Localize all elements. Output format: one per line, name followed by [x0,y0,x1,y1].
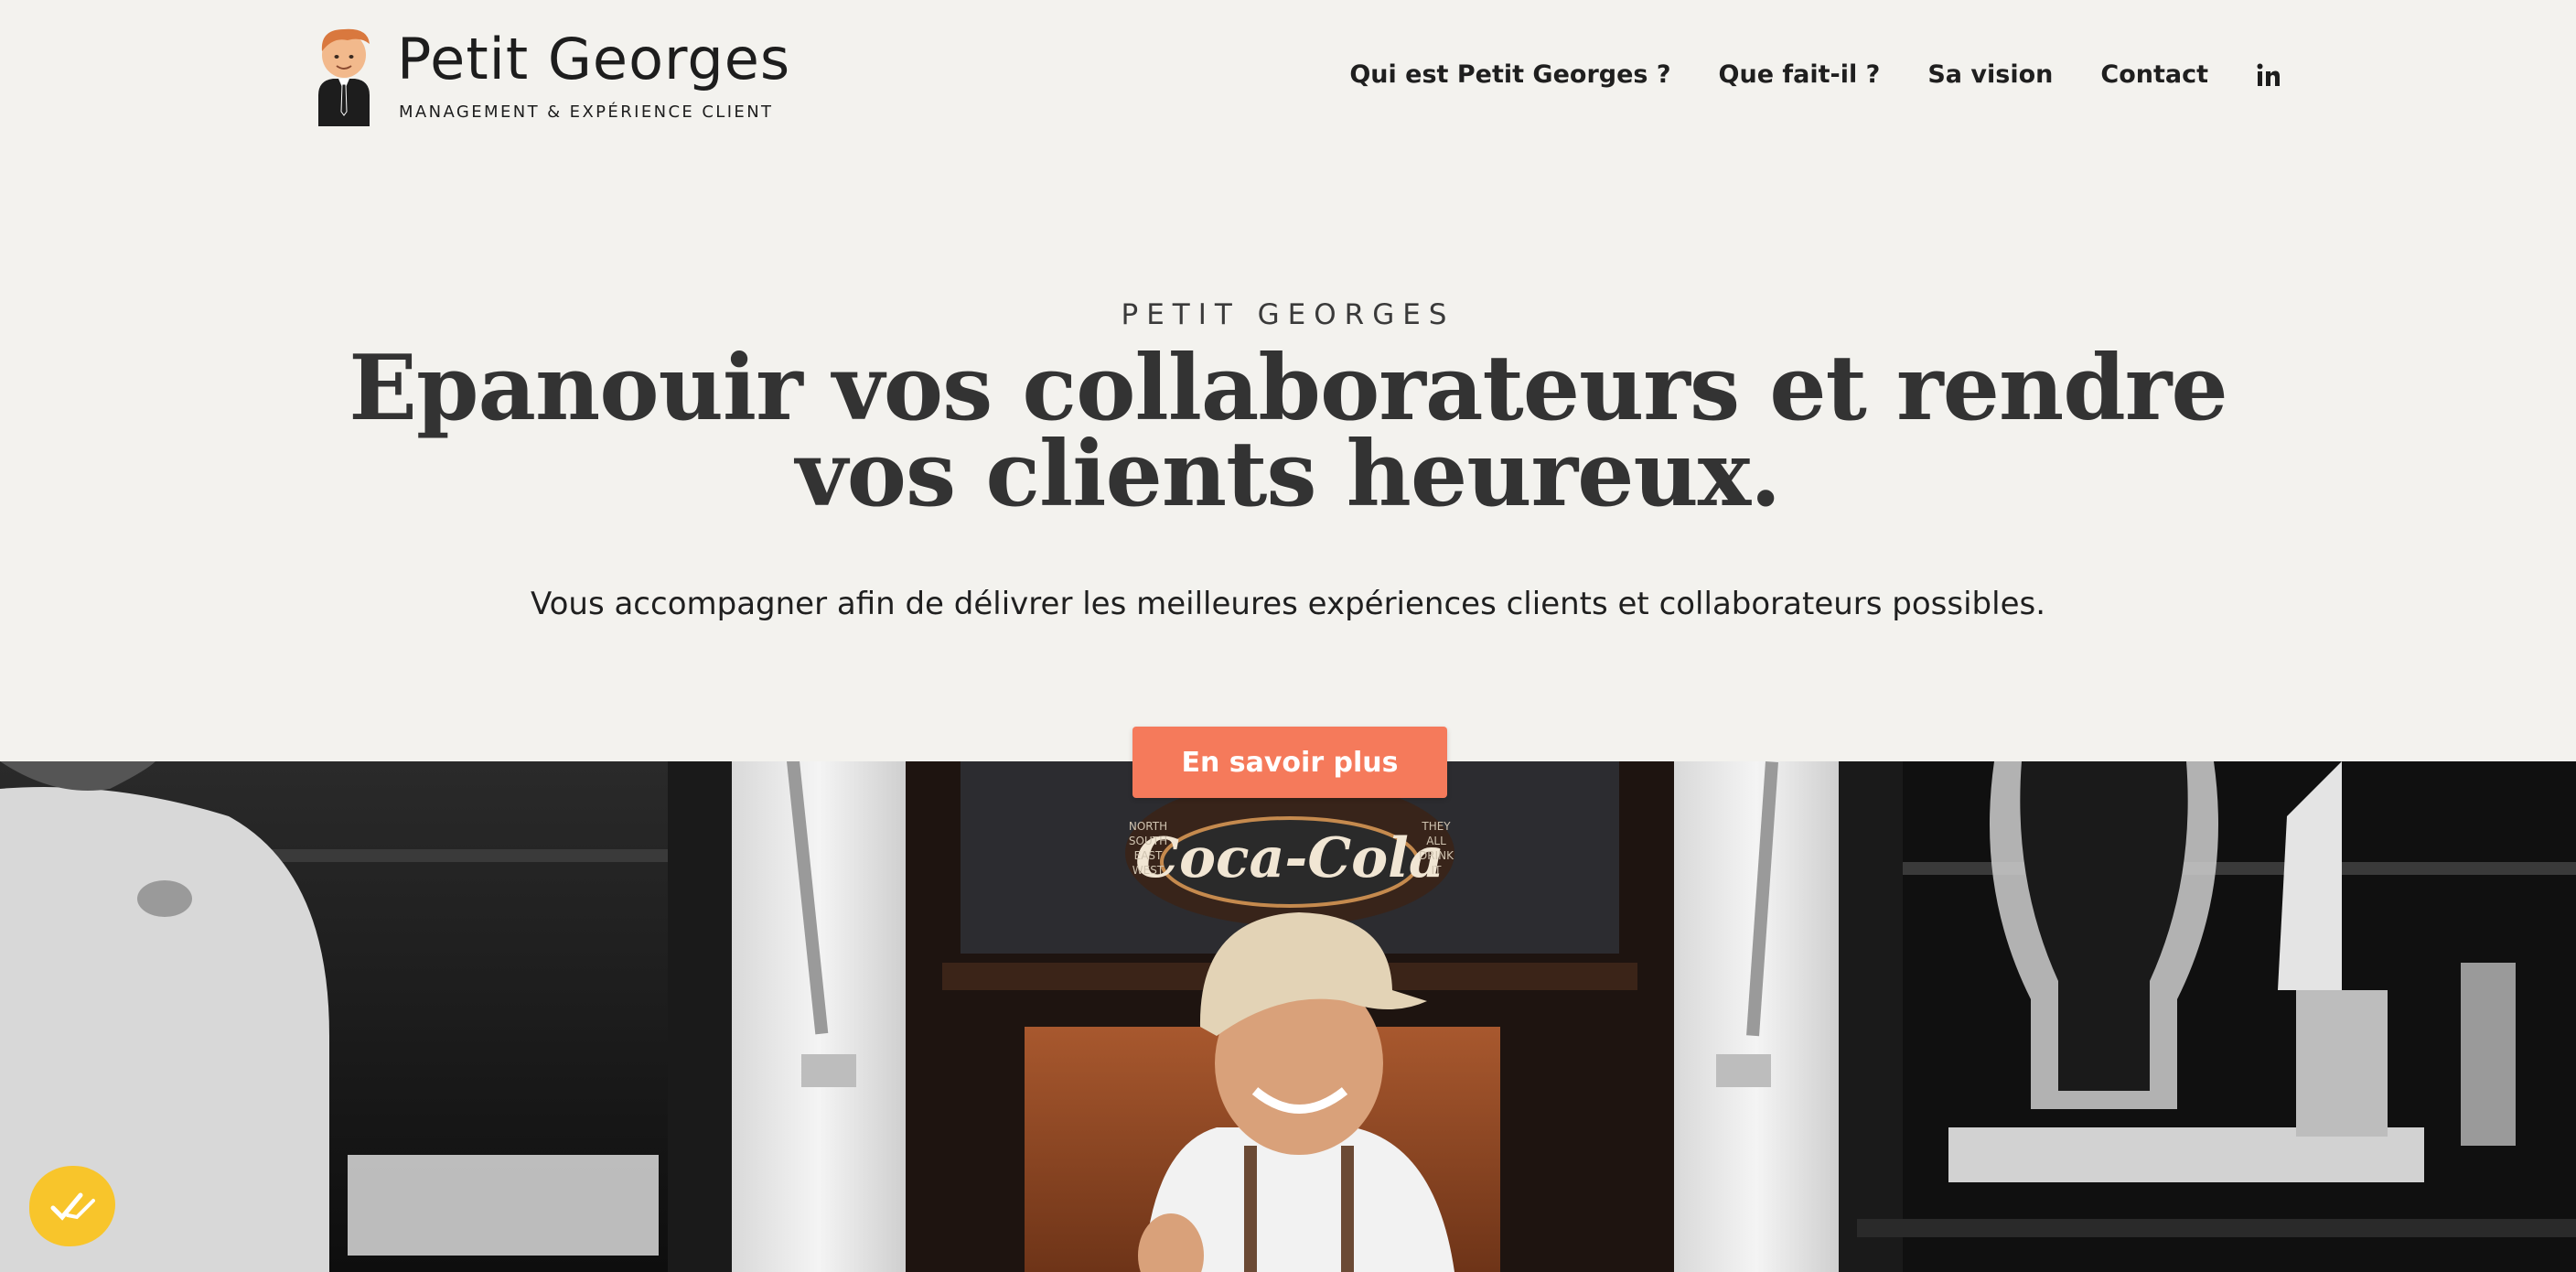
en-savoir-plus-button[interactable]: En savoir plus [1132,727,1447,798]
sign-left-3: EAST [1134,849,1163,862]
main-nav: Qui est Petit Georges ? Que fait-il ? Sa… [1302,60,2281,89]
nav-item-qui-est[interactable]: Qui est Petit Georges ? [1349,60,1670,89]
brand-name-last: Georges [547,26,791,92]
hero-photo: Coca-Cola NORTH SOUTH EAST WEST THEY ALL… [0,761,2576,1272]
sign-right-3: DRINK [1419,849,1454,862]
sign-left-2: SOUTH [1129,835,1167,847]
nav-item-contact[interactable]: Contact [2100,60,2208,89]
brand-tagline: MANAGEMENT & EXPÉRIENCE CLIENT [399,102,774,122]
hero-eyebrow: PETIT GEORGES [1121,298,1455,331]
brand-name: Petit Georges [397,31,790,88]
nav-item-que-fait-il[interactable]: Que fait-il ? [1719,60,1881,89]
site-header: Petit Georges MANAGEMENT & EXPÉRIENCE CL… [0,0,2576,156]
hero-photo-image: Coca-Cola NORTH SOUTH EAST WEST THEY ALL… [0,761,2576,1272]
linkedin-icon[interactable] [2256,62,2281,88]
sign-right-4: IT [1432,864,1443,877]
nav-item-sa-vision[interactable]: Sa vision [1927,60,2053,89]
sign-left-4: WEST [1132,864,1165,877]
sign-right-2: ALL [1426,835,1446,847]
double-check-icon [50,1192,95,1221]
brand-name-first: Petit [397,26,530,92]
sign-right-1: THEY [1421,820,1451,833]
hero-headline: Epanouir vos collaborateurs et rendre vo… [349,336,2227,527]
hero-subtitle: Vous accompagner afin de délivrer les me… [530,586,2046,622]
brand-logo[interactable]: Petit Georges MANAGEMENT & EXPÉRIENCE CL… [311,24,789,126]
mascot-icon [318,28,370,126]
sign-left-1: NORTH [1129,820,1167,833]
sign-text: Coca-Cola [1135,826,1444,890]
